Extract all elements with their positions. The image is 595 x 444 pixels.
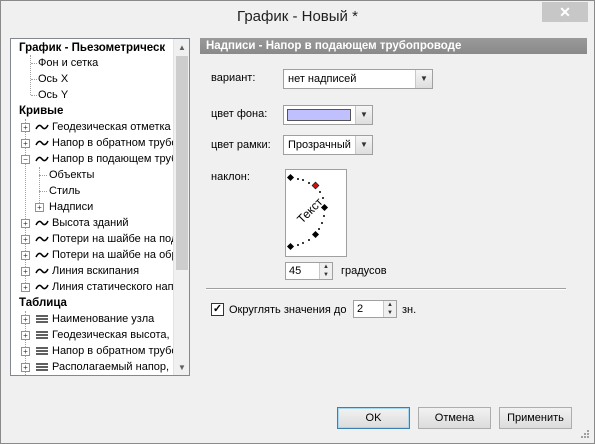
expand-icon[interactable]: + — [35, 203, 44, 212]
curve-icon — [35, 156, 49, 162]
tree-item-static-head-line[interactable]: Линия статического нап — [52, 279, 174, 295]
bg-color-label: цвет фона: — [211, 108, 268, 120]
tree-item-style[interactable]: Стиль — [49, 183, 80, 199]
angle-spinner[interactable]: 45 ▲ ▼ — [285, 262, 333, 280]
variant-select[interactable]: нет надписей ▼ — [283, 69, 433, 89]
curve-icon — [35, 268, 49, 274]
tree-item-axis-y[interactable]: Ось Y — [38, 87, 68, 103]
preview-text: Текст — [294, 195, 326, 227]
round-label: Округлять значения до — [229, 304, 347, 316]
bg-color-swatch — [287, 109, 351, 121]
tree-item-geodesic-height[interactable]: Геодезическая высота, — [52, 327, 170, 343]
frame-color-label: цвет рамки: — [211, 139, 271, 151]
chevron-down-icon: ▼ — [355, 136, 372, 154]
title-bar: График - Новый * ✕ — [1, 1, 594, 31]
round-spinner[interactable]: 2 ▲ ▼ — [353, 300, 397, 318]
tree-scrollbar[interactable]: ▲ ▼ — [173, 39, 189, 375]
round-checkbox[interactable]: ✓ — [211, 303, 224, 316]
tree-item-background[interactable]: Фон и сетка — [38, 55, 98, 71]
apply-button[interactable]: Применить — [499, 407, 572, 429]
curve-icon — [35, 236, 49, 242]
separator — [206, 288, 566, 290]
tree-item-washer-loss-return[interactable]: Потери на шайбе на обр — [52, 247, 178, 263]
tree-item-objects[interactable]: Объекты — [49, 167, 94, 183]
curve-icon — [35, 252, 49, 258]
tree-item-table[interactable]: Таблица — [19, 295, 67, 311]
tree-item-washer-loss-supply[interactable]: Потери на шайбе на под — [52, 231, 177, 247]
spin-down-icon[interactable]: ▼ — [384, 309, 396, 317]
tree-item-return-head[interactable]: Напор в обратном трубо — [52, 135, 178, 151]
scroll-up-icon[interactable]: ▲ — [174, 39, 189, 55]
checkmark-icon: ✓ — [212, 303, 223, 315]
curve-icon — [35, 284, 49, 290]
chevron-down-icon: ▼ — [355, 106, 372, 124]
angle-value: 45 — [289, 265, 302, 277]
expand-icon[interactable]: + — [21, 363, 30, 372]
curve-icon — [35, 220, 49, 226]
tree-item-available-head[interactable]: Располагаемый напор, — [52, 359, 169, 375]
spin-down-icon[interactable]: ▼ — [320, 271, 332, 279]
table-row-icon — [36, 347, 48, 355]
table-row-icon — [36, 331, 48, 339]
close-button[interactable]: ✕ — [542, 2, 588, 22]
tree-item-return-head-table[interactable]: Напор в обратном трубо — [52, 343, 178, 359]
tree-item-axis-x[interactable]: Ось X — [38, 71, 68, 87]
window-title: График - Новый * — [237, 8, 358, 25]
round-value: 2 — [357, 303, 364, 315]
resize-grip-icon[interactable] — [580, 429, 590, 439]
settings-tree[interactable]: График - Пьезометрическ Фон и сетка Ось … — [10, 38, 190, 376]
frame-color-value: Прозрачный — [288, 139, 351, 151]
spin-up-icon[interactable]: ▲ — [320, 263, 332, 271]
panel-header: Надписи - Напор в подающем трубопроводе — [200, 38, 587, 54]
expand-icon[interactable]: + — [21, 283, 30, 292]
tilt-dial: Текст — [286, 173, 329, 251]
close-icon: ✕ — [559, 3, 571, 20]
expand-icon[interactable]: + — [21, 139, 30, 148]
ok-button[interactable]: OK — [337, 407, 410, 429]
expand-icon[interactable]: + — [21, 347, 30, 356]
bg-color-select[interactable]: ▼ — [283, 105, 373, 125]
frame-color-select[interactable]: Прозрачный ▼ — [283, 135, 373, 155]
tree-item-supply-head[interactable]: Напор в подающем труб — [52, 151, 177, 167]
expand-icon[interactable]: + — [21, 331, 30, 340]
tree-item-labels[interactable]: Надписи — [49, 199, 93, 215]
angle-unit: градусов — [341, 265, 387, 277]
scroll-thumb[interactable] — [176, 56, 188, 270]
curve-icon — [35, 124, 49, 130]
tree-item-geodesic[interactable]: Геодезическая отметка — [52, 119, 171, 135]
expand-icon[interactable]: + — [21, 123, 30, 132]
collapse-icon[interactable]: − — [21, 155, 30, 164]
tilt-label: наклон: — [211, 171, 250, 183]
variant-value: нет надписей — [288, 73, 357, 85]
cancel-button[interactable]: Отмена — [418, 407, 491, 429]
chevron-down-icon: ▼ — [415, 70, 432, 88]
variant-label: вариант: — [211, 72, 256, 84]
expand-icon[interactable]: + — [21, 267, 30, 276]
table-row-icon — [36, 363, 48, 371]
round-unit: зн. — [402, 304, 417, 316]
tree-item-boiling-line[interactable]: Линия вскипания — [52, 263, 139, 279]
tree-item-node-name[interactable]: Наименование узла — [52, 311, 154, 327]
table-row-icon — [36, 315, 48, 323]
tree-item-curves[interactable]: Кривые — [19, 103, 63, 119]
expand-icon[interactable]: + — [21, 251, 30, 260]
tilt-preview[interactable]: Текст — [285, 169, 347, 257]
tree-item-building-height[interactable]: Высота зданий — [52, 215, 129, 231]
expand-icon[interactable]: + — [21, 315, 30, 324]
spin-up-icon[interactable]: ▲ — [384, 301, 396, 309]
scroll-down-icon[interactable]: ▼ — [174, 359, 189, 375]
expand-icon[interactable]: + — [21, 235, 30, 244]
dialog-window: График - Новый * ✕ График - Пьезометриче… — [0, 0, 595, 444]
tree-item-graph[interactable]: График - Пьезометрическ — [19, 40, 165, 56]
expand-icon[interactable]: + — [21, 219, 30, 228]
curve-icon — [35, 140, 49, 146]
